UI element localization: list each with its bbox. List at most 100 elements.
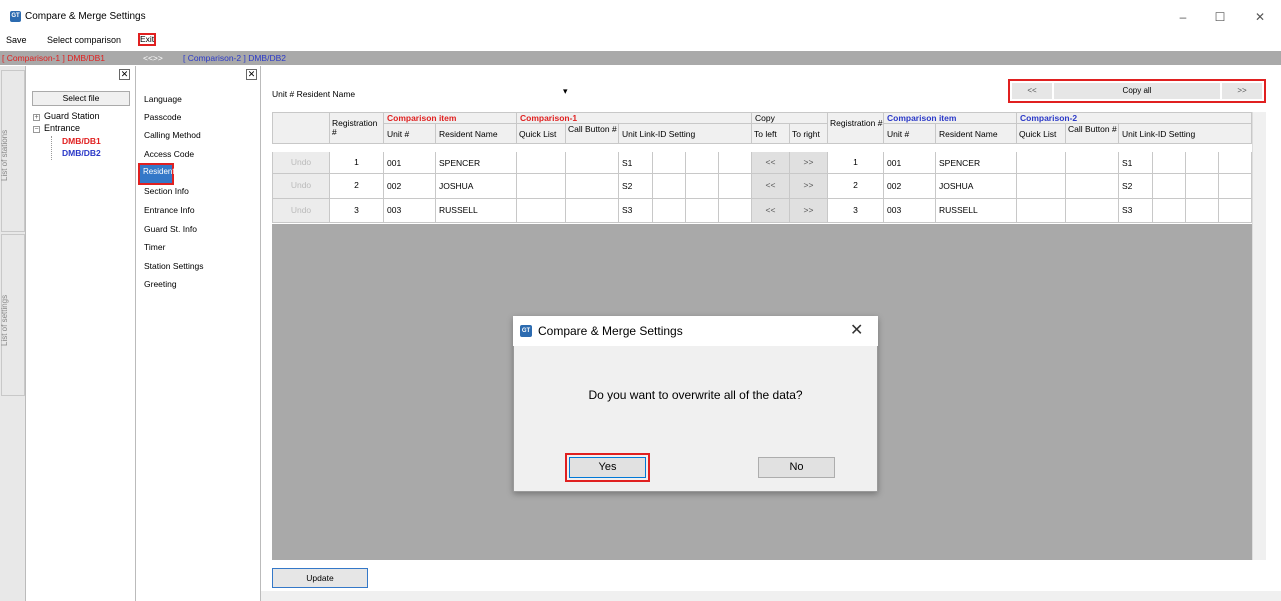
comparison-1-label: [ Comparison-1 ] DMB/DB1 xyxy=(2,53,105,63)
name-cell[interactable]: RUSSELL xyxy=(436,199,517,223)
setting-resident[interactable]: Resident xyxy=(140,165,175,183)
name-cell[interactable]: RUSSELL xyxy=(936,199,1017,223)
copy-to-right-button[interactable]: >> xyxy=(790,174,828,199)
setting-guard-st-info[interactable]: Guard St. Info xyxy=(144,224,197,234)
setting-section-info[interactable]: Section Info xyxy=(144,186,189,196)
tree-db1[interactable]: DMB/DB1 xyxy=(62,136,101,146)
link-cell[interactable] xyxy=(1186,174,1219,199)
name-cell[interactable]: JOSHUA xyxy=(436,174,517,199)
header-unit: Unit # xyxy=(384,124,436,144)
call-button-cell[interactable] xyxy=(1066,174,1119,199)
link-cell[interactable] xyxy=(719,152,752,174)
link-cell[interactable]: S1 xyxy=(1119,152,1153,174)
name-cell[interactable]: JOSHUA xyxy=(936,174,1017,199)
tree-db2[interactable]: DMB/DB2 xyxy=(62,148,101,158)
setting-language[interactable]: Language xyxy=(144,94,182,104)
undo-button[interactable]: Undo xyxy=(272,199,330,223)
minimize-button[interactable]: – xyxy=(1168,6,1198,28)
link-cell[interactable] xyxy=(1219,199,1252,223)
link-cell[interactable]: S3 xyxy=(1119,199,1153,223)
call-button-cell[interactable] xyxy=(566,152,619,174)
vertical-scrollbar[interactable] xyxy=(1252,112,1266,560)
link-cell[interactable]: S1 xyxy=(619,152,653,174)
link-cell[interactable] xyxy=(1153,152,1186,174)
link-cell[interactable] xyxy=(686,174,719,199)
link-cell[interactable] xyxy=(1186,199,1219,223)
copy-to-left-button[interactable]: << xyxy=(752,199,790,223)
call-button-cell[interactable] xyxy=(566,199,619,223)
menu-save[interactable]: Save xyxy=(6,35,27,45)
call-button-cell[interactable] xyxy=(566,174,619,199)
undo-button[interactable]: Undo xyxy=(272,152,330,174)
quick-list-cell[interactable] xyxy=(517,152,566,174)
collapse-icon[interactable]: − xyxy=(33,126,40,133)
copy-all-right-button[interactable]: >> xyxy=(1222,83,1262,99)
setting-calling-method[interactable]: Calling Method xyxy=(144,130,201,140)
name-cell[interactable]: SPENCER xyxy=(436,152,517,174)
quick-list-cell[interactable] xyxy=(517,174,566,199)
header-registration-2: Registration # xyxy=(828,112,884,144)
header-comparison-2: Comparison-2 xyxy=(1017,112,1252,124)
filter-dropdown-icon[interactable]: ▾ xyxy=(563,86,568,97)
unit-cell[interactable]: 003 xyxy=(384,199,436,223)
unit-cell[interactable]: 001 xyxy=(884,152,936,174)
setting-greeting[interactable]: Greeting xyxy=(144,279,177,289)
link-cell[interactable] xyxy=(719,199,752,223)
quick-list-cell[interactable] xyxy=(1017,199,1066,223)
quick-list-cell[interactable] xyxy=(517,199,566,223)
setting-entrance-info[interactable]: Entrance Info xyxy=(144,205,195,215)
setting-passcode[interactable]: Passcode xyxy=(144,112,181,122)
menu-select-comparison[interactable]: Select comparison xyxy=(47,35,121,45)
link-cell[interactable] xyxy=(1186,152,1219,174)
setting-access-code[interactable]: Access Code xyxy=(144,149,194,159)
link-cell[interactable] xyxy=(1153,199,1186,223)
dialog-close-icon[interactable]: ✕ xyxy=(850,320,863,340)
swap-comparison-arrows[interactable]: <<>> xyxy=(143,53,163,63)
call-button-cell[interactable] xyxy=(1066,199,1119,223)
setting-station-settings[interactable]: Station Settings xyxy=(144,261,204,271)
update-button[interactable]: Update xyxy=(272,568,368,588)
name-cell[interactable]: SPENCER xyxy=(936,152,1017,174)
link-cell[interactable] xyxy=(686,152,719,174)
copy-all-left-button[interactable]: << xyxy=(1012,83,1052,99)
expand-icon[interactable]: + xyxy=(33,114,40,121)
link-cell[interactable] xyxy=(653,199,686,223)
link-cell[interactable] xyxy=(653,152,686,174)
unit-cell[interactable]: 002 xyxy=(884,174,936,199)
close-station-panel-icon[interactable]: ✕ xyxy=(119,69,130,80)
link-cell[interactable]: S3 xyxy=(619,199,653,223)
horizontal-scrollbar[interactable] xyxy=(261,591,1281,601)
no-button[interactable]: No xyxy=(758,457,835,478)
link-cell[interactable] xyxy=(719,174,752,199)
tree-guard-station[interactable]: Guard Station xyxy=(44,111,100,121)
header-resident-name: Resident Name xyxy=(436,124,517,144)
link-cell[interactable] xyxy=(653,174,686,199)
unit-cell[interactable]: 003 xyxy=(884,199,936,223)
close-window-button[interactable]: ✕ xyxy=(1245,6,1275,28)
unit-cell[interactable]: 002 xyxy=(384,174,436,199)
dialog-message: Do you want to overwrite all of the data… xyxy=(588,388,803,402)
settings-panel xyxy=(137,66,261,601)
call-button-cell[interactable] xyxy=(1066,152,1119,174)
select-file-button[interactable]: Select file xyxy=(32,91,130,106)
undo-button[interactable]: Undo xyxy=(272,174,330,199)
quick-list-cell[interactable] xyxy=(1017,174,1066,199)
close-settings-panel-icon[interactable]: ✕ xyxy=(246,69,257,80)
setting-timer[interactable]: Timer xyxy=(144,242,165,252)
yes-button[interactable]: Yes xyxy=(569,457,646,478)
link-cell[interactable] xyxy=(1219,174,1252,199)
copy-to-right-button[interactable]: >> xyxy=(790,199,828,223)
link-cell[interactable] xyxy=(686,199,719,223)
link-cell[interactable]: S2 xyxy=(619,174,653,199)
copy-to-right-button[interactable]: >> xyxy=(790,152,828,174)
link-cell[interactable] xyxy=(1219,152,1252,174)
maximize-button[interactable]: ☐ xyxy=(1205,6,1235,28)
copy-to-left-button[interactable]: << xyxy=(752,174,790,199)
menu-exit[interactable]: Exit xyxy=(138,33,156,46)
copy-to-left-button[interactable]: << xyxy=(752,152,790,174)
link-cell[interactable] xyxy=(1153,174,1186,199)
link-cell[interactable]: S2 xyxy=(1119,174,1153,199)
quick-list-cell[interactable] xyxy=(1017,152,1066,174)
unit-cell[interactable]: 001 xyxy=(384,152,436,174)
tree-entrance[interactable]: Entrance xyxy=(44,123,80,133)
